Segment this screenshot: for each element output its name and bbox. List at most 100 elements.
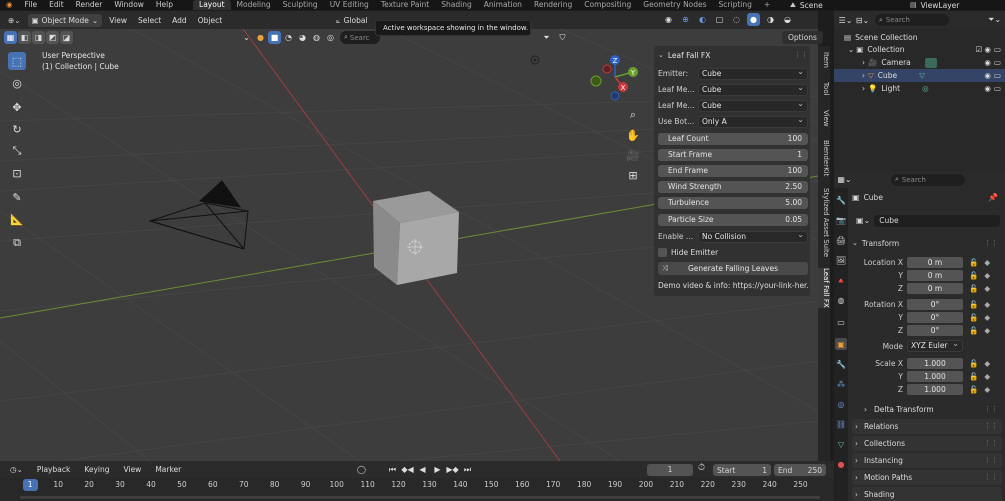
options-button[interactable]: Options [782,31,823,44]
play-reverse-icon[interactable]: ◀ [416,463,429,476]
lock-icon[interactable]: 🔓 [969,300,978,309]
particles-props-icon[interactable]: ⁂ [835,378,847,390]
keyframe-icon[interactable]: ◆ [984,300,990,309]
motion-paths-header[interactable]: › Motion Paths ⋮⋮ [852,470,1002,485]
render-props-icon[interactable]: 📷 [835,214,847,226]
modifier-props-icon[interactable]: 🔧 [835,358,847,370]
collision-dropdown[interactable]: No Collision [698,230,808,243]
menu-file[interactable]: File [19,0,44,10]
leaf-mesh-2-dropdown[interactable]: Cube [698,99,808,112]
collection-row[interactable]: ⌄ ▣ Collection ☑ ◉ ▭ [834,43,1005,56]
keyframe-icon[interactable]: ◆ [984,385,990,394]
scale-x-field[interactable]: 1.000 [907,357,963,369]
drag-handle-icon[interactable]: ⋮⋮ [984,239,998,247]
particle-size-field[interactable]: Particle Size 0.05 [658,213,808,226]
filter-icon[interactable]: ⏷ [540,31,553,44]
select-tool-icon[interactable]: ⬚ [8,52,26,70]
world-props-icon[interactable]: ◍ [835,294,847,306]
menu-add[interactable]: Add [168,14,191,27]
scale-z-field[interactable]: 1.000 [907,383,963,395]
material-shading-icon[interactable]: ◑ [764,13,777,26]
drag-handle-icon[interactable]: ⋮⋮ [984,402,998,417]
viewport-search[interactable]: ⌕ Searc [340,31,380,44]
tab-sculpting[interactable]: Sculpting [277,0,324,10]
tab-tool[interactable]: Tool [818,82,830,96]
tab-geometry-nodes[interactable]: Geometry Nodes [637,0,712,10]
timeline-editor-icon[interactable]: ◷⌄ [6,463,27,476]
annotate-tool-icon[interactable]: ✎ [8,188,26,206]
use-bot-dropdown[interactable]: Only A [698,115,808,128]
tab-uv-editing[interactable]: UV Editing [324,0,375,10]
view-layer-props-icon[interactable]: 🖼 [835,254,847,266]
blender-logo-icon[interactable]: ◉ [0,0,19,10]
outliner-search[interactable]: ⌕ Search [875,14,949,26]
hide-emitter-checkbox[interactable] [658,248,667,257]
menu-render[interactable]: Render [70,0,109,10]
lock-icon[interactable]: 🔓 [969,385,978,394]
emitter-dropdown[interactable]: Cube [698,67,808,80]
tab-texture-paint[interactable]: Texture Paint [375,0,435,10]
rotation-x-field[interactable]: 0° [907,298,963,310]
filter-icon[interactable]: ⏷⌄ [988,14,1001,27]
viewport-search-input[interactable]: Searc [350,34,370,42]
meta-filter-icon[interactable]: ◍ [310,31,323,44]
properties-editor-icon[interactable]: ▦⌄ [837,173,851,186]
tab-view[interactable]: View [818,110,830,127]
properties-search[interactable]: ⌕ Search [891,173,965,186]
object-props-icon[interactable]: ▣ [835,338,847,350]
view-layer-selector[interactable]: ▤ ViewLayer [910,0,959,10]
tab-compositing[interactable]: Compositing [578,0,637,10]
rotation-z-field[interactable]: 0° [907,324,963,336]
tab-modeling[interactable]: Modeling [231,0,277,10]
visibility-icon[interactable]: ◉ [662,13,675,26]
navigation-gizmo[interactable]: Z Y X [588,52,642,102]
tab-leaf-fall-fx[interactable]: Leaf Fall FX [818,268,830,308]
lock-icon[interactable]: 🔓 [969,313,978,322]
camera-render-icon[interactable]: ▭ [994,58,1001,67]
lock-icon[interactable]: 🔓 [969,359,978,368]
eye-icon[interactable]: ◉ [984,45,991,54]
gizmo-toggle-icon[interactable]: ⊕ [679,13,692,26]
outliner-item-cube[interactable]: › ▽ Cube ▽ ◉ ▭ [834,69,1005,82]
xray-toggle-icon[interactable]: ▢ [713,13,726,26]
eye-icon[interactable]: ◉ [984,84,991,93]
lock-icon[interactable]: 🔓 [969,271,978,280]
rotation-y-field[interactable]: 0° [907,311,963,323]
scale-y-field[interactable]: 1.000 [907,370,963,382]
physics-props-icon[interactable]: ◎ [835,398,847,410]
drag-handle-icon[interactable]: ⋮⋮ [984,453,998,468]
select-subtract-icon[interactable]: ◨ [32,31,45,44]
next-keyframe-icon[interactable]: ▶◆ [446,463,459,476]
menu-edit[interactable]: Edit [43,0,70,10]
drag-handle-icon[interactable]: ⋮⋮ [794,51,808,59]
tab-stylized-asset-suite[interactable]: Stylized Asset Suite [818,188,830,257]
location-y-field[interactable]: 0 m [907,269,963,281]
location-x-field[interactable]: 0 m [907,256,963,268]
lock-icon[interactable]: 🔓 [969,258,978,267]
pin-icon[interactable]: 📌 [988,193,998,202]
rendered-shading-icon[interactable]: ◒ [781,13,794,26]
zoom-icon[interactable]: ⌕ [624,106,642,124]
keyframe-icon[interactable]: ◆ [984,326,990,335]
data-props-icon[interactable]: ▽ [835,438,847,450]
add-workspace-button[interactable]: + [758,0,776,10]
prev-keyframe-icon[interactable]: ◆◀ [401,463,414,476]
lock-icon[interactable]: 🔓 [969,326,978,335]
move-tool-icon[interactable]: ✥ [8,98,26,116]
keyframe-icon[interactable]: ◆ [984,284,990,293]
end-frame-field[interactable]: End Frame 100 [658,164,808,177]
start-frame-input[interactable]: Start 1 [713,464,771,476]
tab-blenderkit[interactable]: BlenderKit [818,140,830,176]
jump-end-icon[interactable]: ⏭ [461,463,474,476]
select-box-icon[interactable]: ▦ [4,31,17,44]
select-extend-icon[interactable]: ◧ [18,31,31,44]
timeline-scrollbar[interactable] [0,493,834,501]
current-frame-field[interactable]: 1 [647,464,693,476]
chevron-down-icon[interactable]: ⌄ [240,31,253,44]
menu-window[interactable]: Window [108,0,150,10]
menu-timeline-view[interactable]: View [120,463,146,476]
camera-render-icon[interactable]: ▭ [994,71,1001,80]
instancing-header[interactable]: › Instancing ⋮⋮ [852,453,1002,468]
lock-icon[interactable]: 🔓 [969,284,978,293]
scale-tool-icon[interactable]: ⤡ [8,142,26,160]
